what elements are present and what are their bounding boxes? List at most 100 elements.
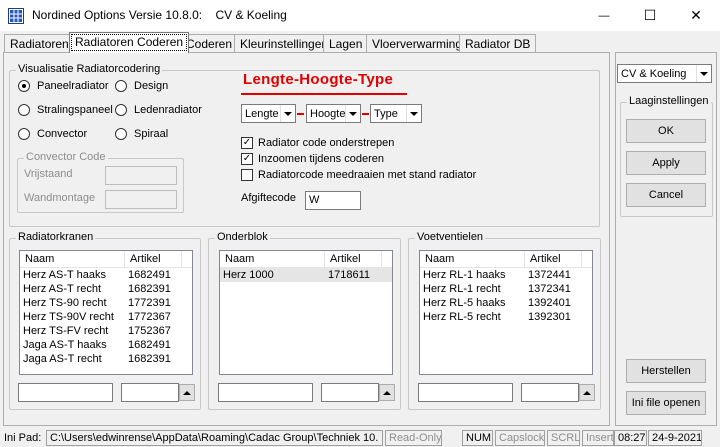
- cell-artikel: 1372341: [528, 283, 571, 295]
- voetventielen-list[interactable]: Naam Artikel Herz RL-1 haaks 1372441 Herz …: [419, 250, 593, 375]
- cell-naam: Jaga AS-T haaks: [23, 339, 107, 351]
- num-indicator: NUM: [462, 430, 493, 446]
- close-button[interactable]: ✕: [673, 0, 719, 31]
- check-inzoomen[interactable]: ✓ Inzoomen tijdens coderen: [241, 153, 384, 165]
- list-item[interactable]: Herz TS-FV recht 1752367: [20, 324, 192, 338]
- list-item[interactable]: Herz TS-90 recht 1772391: [20, 296, 192, 310]
- lengte-hoogte-type-heading: Lengte-Hoogte-Type: [243, 71, 394, 88]
- ini-path-value: C:\Users\edwinrense\AppData\Roaming\Cada…: [46, 430, 383, 446]
- list-item[interactable]: Herz RL-5 recht 1392301: [420, 310, 592, 324]
- red-connector: [297, 113, 304, 115]
- cell-artikel: 1682491: [128, 269, 171, 281]
- maximize-button[interactable]: ☐: [627, 0, 673, 31]
- ini-file-openen-button[interactable]: Ini file openen: [626, 391, 706, 415]
- cell-artikel: 1718611: [328, 269, 371, 281]
- column-header[interactable]: Naam: [420, 251, 525, 267]
- column-header[interactable]: Artikel: [325, 251, 382, 267]
- cell-artikel: 1392301: [528, 311, 571, 323]
- list-item[interactable]: Jaga AS-T haaks 1682491: [20, 338, 192, 352]
- ini-path-label: Ini Pad:: [4, 432, 42, 444]
- visualisatie-group-title: Visualisatie Radiatorcodering: [16, 63, 163, 75]
- cell-naam: Herz RL-1 recht: [423, 283, 501, 295]
- list-item[interactable]: Herz 1000 1718611: [220, 268, 392, 282]
- cell-naam: Herz 1000: [223, 269, 274, 281]
- radio-stralingspaneel[interactable]: Stralingspaneel: [18, 104, 113, 116]
- onderblok-spin-button[interactable]: [379, 384, 395, 401]
- radio-spiraal[interactable]: Spiraal: [115, 128, 168, 140]
- cancel-button[interactable]: Cancel: [626, 183, 706, 207]
- cell-naam: Herz AS-T haaks: [23, 269, 106, 281]
- tab-radiatoren[interactable]: Radiatoren: [4, 34, 75, 53]
- tab-kleurinstellingen[interactable]: Kleurinstellingen: [234, 34, 335, 53]
- cell-naam: Jaga AS-T recht: [23, 353, 102, 365]
- radio-paneelradiator[interactable]: Paneelradiator: [18, 80, 109, 92]
- voet-naam-input[interactable]: [418, 383, 513, 402]
- cell-naam: Herz RL-1 haaks: [423, 269, 506, 281]
- column-header[interactable]: Artikel: [125, 251, 182, 267]
- onderblok-title: Onderblok: [215, 231, 270, 243]
- list-item[interactable]: Jaga AS-T recht 1682391: [20, 352, 192, 366]
- column-header[interactable]: Naam: [20, 251, 125, 267]
- list-header: Naam Artikel: [220, 251, 392, 268]
- onderblok-naam-input[interactable]: [218, 383, 313, 402]
- arrow-up-icon: [383, 390, 391, 395]
- red-connector: [362, 113, 369, 115]
- radio-convector[interactable]: Convector: [18, 128, 87, 140]
- convector-code-title: Convector Code: [24, 151, 108, 163]
- afgiftecode-input[interactable]: W: [305, 191, 361, 210]
- check-onderstrepen[interactable]: ✓ Radiator code onderstrepen: [241, 137, 394, 149]
- kranen-artikel-input[interactable]: [121, 383, 179, 402]
- onderblok-artikel-input[interactable]: [321, 383, 379, 402]
- laaginstellingen-title: Laaginstellingen: [627, 95, 711, 107]
- cell-naam: Herz TS-FV recht: [23, 325, 109, 337]
- list-item[interactable]: Herz RL-1 haaks 1372441: [420, 268, 592, 282]
- maximize-icon: ☐: [643, 7, 657, 23]
- column-header[interactable]: Artikel: [525, 251, 582, 267]
- cell-naam: Herz TS-90V recht: [23, 311, 114, 323]
- lengte-combo[interactable]: Lengte: [241, 104, 296, 123]
- list-item[interactable]: Herz RL-1 recht 1372341: [420, 282, 592, 296]
- voet-spin-button[interactable]: [579, 384, 595, 401]
- tab-radiator-db[interactable]: Radiator DB: [459, 34, 537, 53]
- radiatorkranen-title: Radiatorkranen: [16, 231, 96, 243]
- list-item[interactable]: Herz AS-T haaks 1682491: [20, 268, 192, 282]
- chevron-down-icon: [700, 71, 708, 76]
- tab-lagen[interactable]: Lagen: [323, 34, 369, 53]
- hoogte-combo[interactable]: Hoogte: [306, 104, 361, 123]
- cell-artikel: 1752367: [128, 325, 171, 337]
- cell-artikel: 1372441: [528, 269, 571, 281]
- cell-artikel: 1682391: [128, 353, 171, 365]
- kranen-naam-input[interactable]: [18, 383, 113, 402]
- tab-vloerverwarming[interactable]: Vloerverwarming: [366, 34, 469, 53]
- type-combo[interactable]: Type: [370, 104, 422, 123]
- check-meedraaien[interactable]: Radiatorcode meedraaien met stand radiat…: [241, 169, 476, 181]
- cell-artikel: 1682391: [128, 283, 171, 295]
- checkmark-icon: ✓: [241, 137, 253, 149]
- chevron-down-icon: [284, 111, 292, 116]
- list-item[interactable]: Herz TS-90V recht 1772367: [20, 310, 192, 324]
- voet-artikel-input[interactable]: [521, 383, 579, 402]
- list-item[interactable]: Herz AS-T recht 1682391: [20, 282, 192, 296]
- radiatorkranen-list[interactable]: Naam Artikel Herz AS-T haaks 1682491 Herz …: [19, 250, 193, 375]
- radio-design[interactable]: Design: [115, 80, 168, 92]
- readonly-indicator: Read-Only: [385, 430, 442, 446]
- profile-combo[interactable]: CV & Koeling: [617, 64, 712, 83]
- ok-button[interactable]: OK: [626, 119, 706, 143]
- cell-artikel: 1772367: [128, 311, 171, 323]
- apply-button[interactable]: Apply: [626, 151, 706, 175]
- tab-radiatoren-coderen[interactable]: Radiatoren Coderen: [69, 32, 190, 53]
- herstellen-button[interactable]: Herstellen: [626, 359, 706, 383]
- kranen-spin-button[interactable]: [179, 384, 195, 401]
- vrijstaand-label: Vrijstaand: [24, 168, 73, 180]
- checkmark-icon: ✓: [241, 153, 253, 165]
- column-header[interactable]: Naam: [220, 251, 325, 267]
- window-title: Nordined Options Versie 10.8.0: CV & Koe…: [32, 8, 287, 22]
- onderblok-list[interactable]: Naam Artikel Herz 1000 1718611: [219, 250, 393, 375]
- chevron-down-icon: [410, 111, 418, 116]
- afgiftecode-label: Afgiftecode: [241, 192, 297, 204]
- radio-ledenradiator[interactable]: Ledenradiator: [115, 104, 202, 116]
- close-icon: ✕: [690, 7, 702, 23]
- cell-naam: Herz RL-5 haaks: [423, 297, 506, 309]
- minimize-button[interactable]: —: [581, 0, 627, 31]
- list-item[interactable]: Herz RL-5 haaks 1392401: [420, 296, 592, 310]
